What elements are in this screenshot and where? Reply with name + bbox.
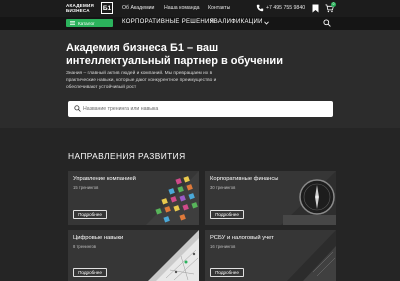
bookmark-icon[interactable] [312, 4, 319, 13]
card-digital-skills[interactable]: Цифровые навыки 8 тренингов Подробнее [68, 230, 199, 281]
digital-network-image [148, 230, 199, 281]
card-title: Цифровые навыки [73, 235, 124, 241]
search-placeholder: Название тренинга или навыка [83, 106, 159, 112]
compass-image [281, 171, 336, 225]
logo[interactable]: АКАДЕМИЯ БИЗНЕСА [66, 3, 94, 13]
card-company-management[interactable]: Управление компанией 15 тренингов Подроб… [68, 171, 199, 225]
logo-line-2: БИЗНЕСА [66, 8, 90, 13]
search-icon[interactable] [323, 19, 331, 27]
card-title: Корпоративные финансы [210, 176, 279, 182]
menu-corporate[interactable]: КОРПОРАТИВНЫЕ РЕШЕНИЯ [122, 19, 214, 25]
top-bar [0, 0, 400, 17]
directions-section [0, 128, 400, 281]
card-count: 16 тренингов [210, 244, 236, 249]
menu-qualifications[interactable]: КВАЛИФИКАЦИИ [210, 19, 263, 25]
logo-mark[interactable]: Б1 [101, 2, 113, 14]
card-count: 15 тренингов [73, 185, 99, 190]
hero-title: Академия бизнеса Б1 – ваш интеллектуальн… [66, 42, 283, 67]
nav-contacts[interactable]: Контакты [208, 5, 230, 11]
chevron-down-icon[interactable] [264, 21, 269, 25]
nav-about[interactable]: Об Академии [122, 5, 154, 11]
phone-number[interactable]: +7 495 755 9840 [266, 5, 305, 11]
card-accounting-tax[interactable]: РСБУ и налоговый учет 16 тренингов Подро… [205, 230, 336, 281]
details-button[interactable]: Подробнее [210, 210, 244, 219]
phone-icon[interactable] [256, 4, 264, 12]
catalog-button[interactable]: Каталог [66, 19, 113, 27]
section-title: НАПРАВЛЕНИЯ РАЗВИТИЯ [68, 151, 186, 161]
hero-subtitle: Знания – главный актив людей и компаний.… [66, 71, 217, 90]
card-title: РСБУ и налоговый учет [210, 235, 274, 241]
cart-badge: 0 [331, 2, 336, 7]
menu-icon [70, 21, 75, 25]
details-button[interactable]: Подробнее [73, 268, 107, 277]
nav-team[interactable]: Наша команда [164, 5, 200, 11]
details-button[interactable]: Подробнее [73, 210, 107, 219]
search-icon [74, 105, 81, 112]
sticky-notes-image [146, 171, 199, 225]
card-count: 8 тренингов [73, 244, 97, 249]
catalog-label: Каталог [78, 20, 95, 26]
card-corporate-finance[interactable]: Корпоративные финансы 30 тренингов Подро… [205, 171, 336, 225]
documents-image [287, 230, 336, 281]
card-title: Управление компанией [73, 176, 136, 182]
details-button[interactable]: Подробнее [210, 268, 244, 277]
card-count: 30 тренингов [210, 185, 236, 190]
